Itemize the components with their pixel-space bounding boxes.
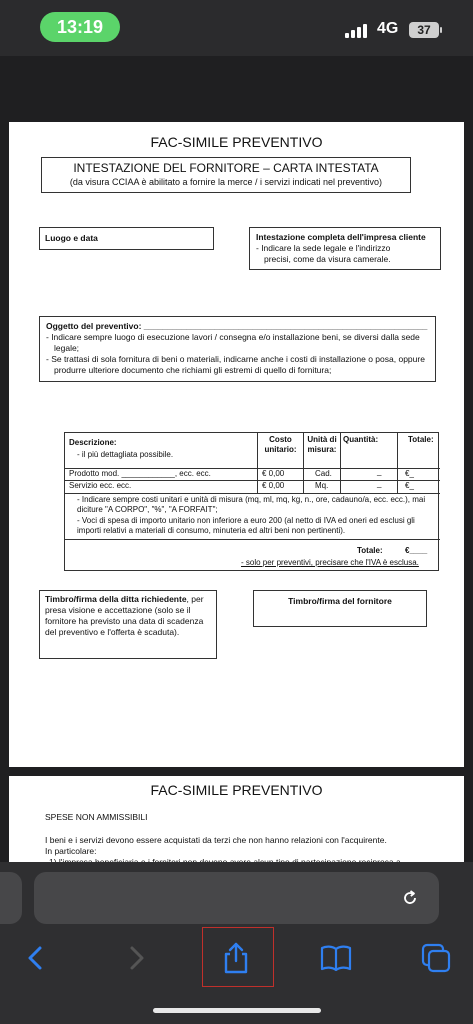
document-viewer[interactable]: FAC-SIMILE PREVENTIVO INTESTAZIONE DEL F… <box>0 56 473 868</box>
client-heading-title: Intestazione completa dell'impresa clien… <box>256 232 426 242</box>
document-page-1: FAC-SIMILE PREVENTIVO INTESTAZIONE DEL F… <box>9 122 464 767</box>
paragraph-2: In particolare: <box>45 846 97 856</box>
supplier-stamp-box: Timbro/firma del fornitore <box>253 590 427 627</box>
section-heading: SPESE NON AMMISSIBILI <box>45 812 148 822</box>
previous-tab-bar[interactable] <box>0 872 22 924</box>
client-heading-line-1: - Indicare la sede legale e l'indirizzo <box>256 243 391 253</box>
total-label: Totale: <box>357 546 383 555</box>
col-description: Descrizione: <box>69 438 117 447</box>
row-2-description: Servizio ecc. ecc. <box>69 481 132 490</box>
row-1-cost: € 0,00 <box>262 469 285 478</box>
row-1-total: €_ <box>405 469 414 478</box>
subject-line-1: - Indicare sempre luogo di esecuzione la… <box>46 332 420 342</box>
status-bar: 13:19 4G 37 <box>0 0 473 56</box>
row-2-quantity: _ <box>377 479 382 488</box>
quote-subject-label: Oggetto del preventivo: ________________… <box>46 321 428 331</box>
subject-line-4: produrre ulteriore documento che richiam… <box>54 365 332 375</box>
row-2-cost: € 0,00 <box>262 481 285 490</box>
quote-subject-box: Oggetto del preventivo: ________________… <box>39 316 436 382</box>
back-icon[interactable] <box>18 940 54 976</box>
page-2-title: FAC-SIMILE PREVENTIVO <box>150 782 323 798</box>
paragraph-1: I beni e i servizi devono essere acquist… <box>45 835 387 845</box>
reload-icon[interactable] <box>400 888 420 908</box>
tabs-icon[interactable] <box>418 940 454 976</box>
requester-stamp-bold: Timbro/firma della ditta richiedente <box>45 594 187 604</box>
supplier-header-box: INTESTAZIONE DEL FORNITORE – CARTA INTES… <box>41 157 411 193</box>
requester-stamp-box: Timbro/firma della ditta richiedente, pe… <box>39 590 217 659</box>
table-note-2: - Voci di spesa di importo unitario non … <box>77 516 415 535</box>
subject-line-2: legale; <box>54 343 80 353</box>
bookmarks-icon[interactable] <box>318 940 354 976</box>
clock: 13:19 <box>40 12 120 42</box>
subject-line-3: - Se trattasi di sola fornitura di beni … <box>46 354 425 364</box>
quote-table: Descrizione: - il più dettagliata possib… <box>64 432 440 571</box>
client-heading-line-2: precisi, come da visura camerale. <box>264 254 391 264</box>
requester-stamp-text: Timbro/firma della ditta richiedente, pe… <box>45 594 204 637</box>
col-quantity: Quantità: <box>343 435 379 444</box>
iva-note: - solo per preventivi, precisare che l'I… <box>241 558 419 567</box>
col-unit: Unità di misura: <box>307 435 337 454</box>
row-2-total: €_ <box>405 481 414 490</box>
row-1-quantity: _ <box>377 467 382 476</box>
network-type: 4G <box>377 20 399 37</box>
forward-icon[interactable] <box>118 940 154 976</box>
header-line-1: INTESTAZIONE DEL FORNITORE – CARTA INTES… <box>73 161 379 175</box>
col-total: Totale: <box>408 435 434 444</box>
address-bar[interactable] <box>34 872 439 924</box>
total-value: €____ <box>405 546 428 555</box>
home-indicator[interactable] <box>153 1008 321 1013</box>
page-title: FAC-SIMILE PREVENTIVO <box>150 134 323 150</box>
col-unit-cost: Costo unitario: <box>264 435 297 454</box>
battery-icon: 37 <box>409 22 442 38</box>
row-1-description: Prodotto mod. ____________, ecc. ecc. <box>69 469 211 478</box>
header-line-2: (da visura CCIAA è abilitato a fornire l… <box>69 177 383 187</box>
col-description-sub: - il più dettagliata possibile. <box>77 450 174 459</box>
share-button-highlight <box>202 927 274 987</box>
row-1-unit: Cad. <box>315 469 332 478</box>
client-heading-box: Intestazione completa dell'impresa clien… <box>249 227 441 270</box>
signal-icon <box>345 24 369 38</box>
table-note-1: - Indicare sempre costi unitari e unità … <box>77 495 426 514</box>
document-page-2: FAC-SIMILE PREVENTIVO SPESE NON AMMISSIB… <box>9 776 464 868</box>
row-2-unit: Mq. <box>315 481 329 490</box>
place-date-box: Luogo e data <box>39 227 214 250</box>
